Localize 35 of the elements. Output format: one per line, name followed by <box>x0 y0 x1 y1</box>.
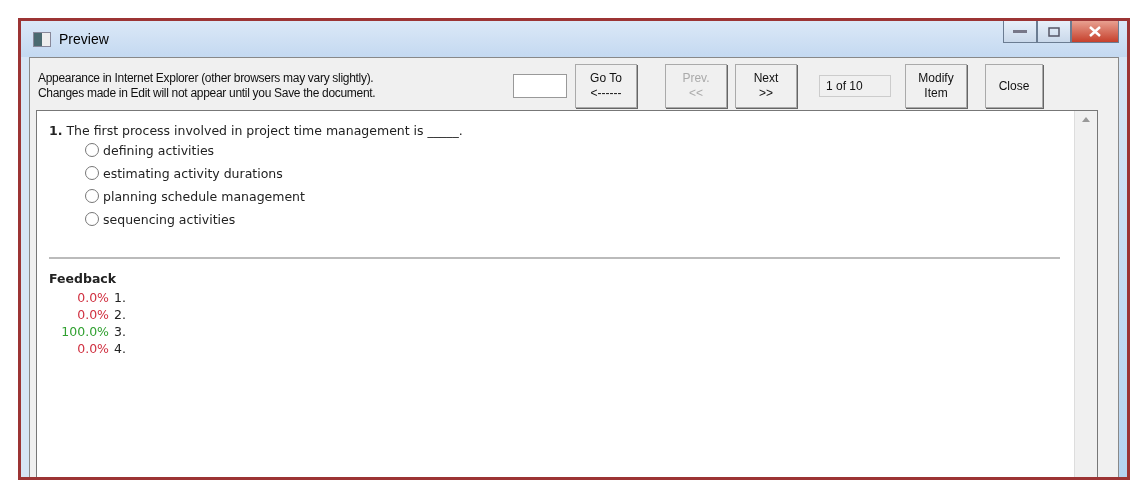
question-text: 1. The first process involved in project time management is _____. <box>49 123 464 138</box>
toolbar-button[interactable]: Next >> <box>735 64 797 108</box>
feedback-option: 3. <box>114 324 126 341</box>
option-label: planning schedule management <box>103 188 305 204</box>
item-counter: 1 of 10 <box>819 75 891 97</box>
feedback-option: 2. <box>114 307 126 324</box>
maximize-button[interactable] <box>1037 21 1071 43</box>
option-label: sequencing activities <box>103 211 236 227</box>
scrollbar[interactable] <box>1074 111 1097 477</box>
close-icon <box>1089 26 1101 37</box>
radio-button[interactable] <box>85 143 99 157</box>
radio-button[interactable] <box>85 212 99 226</box>
notice-text: Appearance in Internet Explorer (other browsers may vary slightly). Changes made in Edit will not appear until you Save the document. <box>38 71 377 101</box>
close-dialog-button[interactable]: Close <box>985 64 1043 108</box>
close-button[interactable] <box>1071 21 1119 43</box>
option-label: defining activities <box>103 142 215 158</box>
feedback-heading: Feedback <box>49 271 118 286</box>
option-label: estimating activity durations <box>103 165 283 181</box>
minimize-icon <box>1013 29 1027 34</box>
feedback-option: 4. <box>114 341 126 358</box>
feedback-percent: 0.0% <box>76 290 109 307</box>
radio-button[interactable] <box>85 189 99 203</box>
window-icon <box>33 31 51 47</box>
radio-button[interactable] <box>85 166 99 180</box>
feedback-percent: 100.0% <box>60 324 109 341</box>
minimize-button[interactable] <box>1003 21 1037 43</box>
feedback-percent: 0.0% <box>76 341 109 358</box>
window-title: Preview <box>59 31 110 47</box>
toolbar-button[interactable]: Modify Item <box>905 64 967 108</box>
maximize-icon <box>1048 26 1060 37</box>
feedback-option: 1. <box>114 290 126 307</box>
item-number-field[interactable] <box>513 74 567 98</box>
feedback-percent: 0.0% <box>76 307 109 324</box>
scroll-up-icon[interactable] <box>1082 117 1090 122</box>
toolbar-button[interactable]: Go To <------ <box>575 64 637 108</box>
